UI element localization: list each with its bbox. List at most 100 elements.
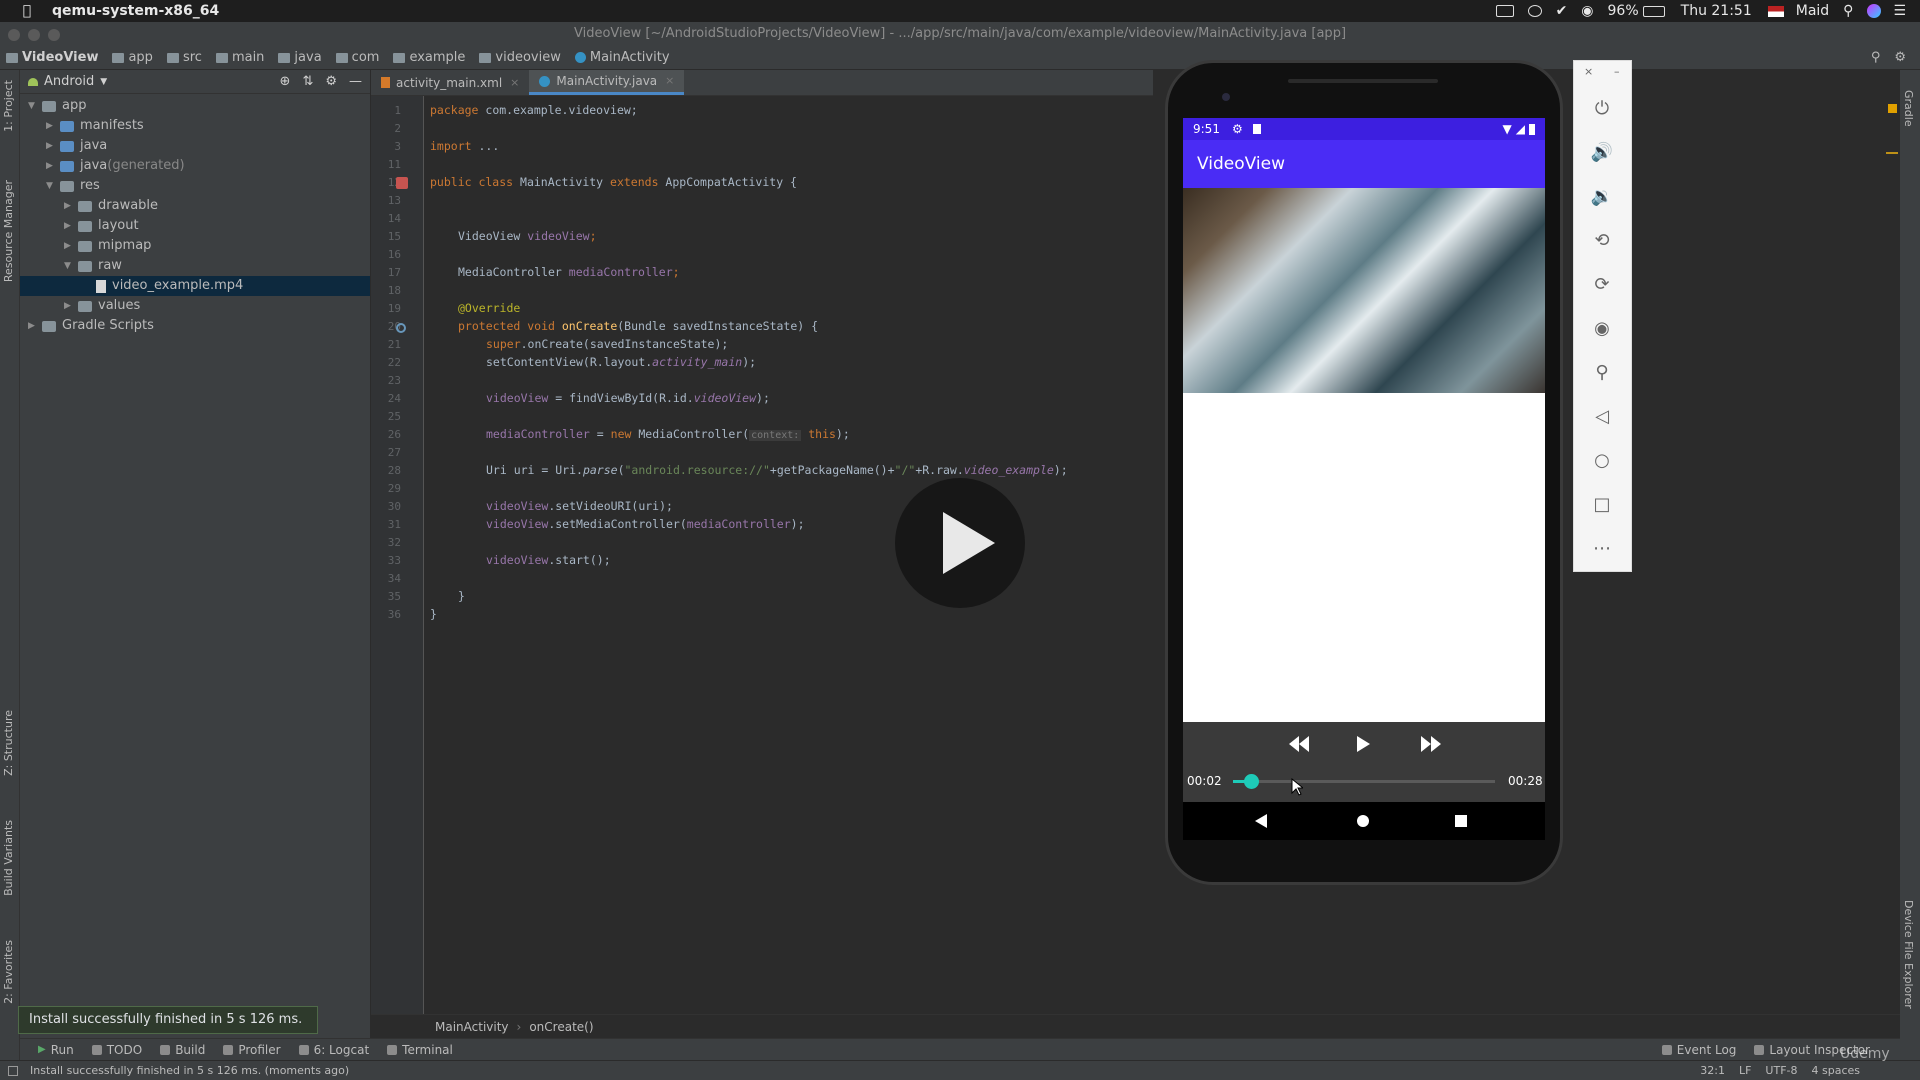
warning-stripe[interactable] <box>1886 152 1898 154</box>
chevron-right-icon[interactable]: ▶ <box>64 296 74 316</box>
video-play-overlay-button[interactable] <box>895 478 1025 608</box>
tree-item[interactable]: ▼ res <box>20 176 370 196</box>
tree-item[interactable]: ▶ layout <box>20 216 370 236</box>
seek-bar[interactable] <box>1233 774 1495 789</box>
back-icon[interactable] <box>1255 814 1269 828</box>
status-message[interactable]: Install successfully finished in 5 s 126… <box>30 1064 349 1077</box>
close-icon[interactable]: × <box>510 70 519 96</box>
clock[interactable]: Thu 21:51 <box>1681 3 1752 19</box>
tree-item[interactable]: ▶ java <box>20 136 370 156</box>
tab-main-activity-java[interactable]: MainActivity.java × <box>529 68 685 95</box>
breadcrumb-item[interactable]: videoview <box>479 50 561 65</box>
maximize-window-button[interactable] <box>48 29 60 41</box>
overview-icon[interactable]: □ <box>1589 491 1615 517</box>
chevron-right-icon[interactable]: ▶ <box>64 216 74 236</box>
locate-icon[interactable]: ⊕ <box>280 74 291 89</box>
back-icon[interactable]: ◁ <box>1589 403 1615 429</box>
tab-profiler[interactable]: Profiler <box>223 1043 281 1057</box>
spotlight-search-icon[interactable]: ⚲ <box>1843 3 1853 19</box>
app-name[interactable]: qemu-system-x86_64 <box>52 3 219 19</box>
gear-icon[interactable]: ⚙ <box>325 74 337 89</box>
close-icon[interactable]: × <box>1584 65 1593 78</box>
settings-icon[interactable]: ⚙ <box>1894 50 1906 65</box>
home-icon[interactable] <box>1357 815 1369 827</box>
video-view[interactable] <box>1183 188 1545 393</box>
tab-favorites[interactable]: 2: Favorites <box>2 940 15 1004</box>
chevron-down-icon[interactable]: ▼ <box>46 176 56 196</box>
chevron-right-icon[interactable]: ▶ <box>64 196 74 216</box>
zoom-icon[interactable]: ⚲ <box>1589 359 1615 385</box>
breadcrumb-method[interactable]: onCreate() <box>529 1020 593 1034</box>
more-icon[interactable]: ⋯ <box>1589 535 1615 561</box>
play-button[interactable] <box>1355 736 1371 752</box>
chevron-right-icon[interactable]: ▶ <box>46 136 56 156</box>
siri-icon[interactable] <box>1867 4 1882 18</box>
file-encoding[interactable]: UTF-8 <box>1765 1064 1797 1077</box>
breadcrumb-item[interactable]: MainActivity <box>574 50 670 65</box>
tab-event-log[interactable]: Event Log <box>1661 1043 1736 1057</box>
tab-build[interactable]: Build <box>160 1043 205 1057</box>
camera-icon[interactable]: ◉ <box>1589 315 1615 341</box>
minimize-icon[interactable]: – <box>1614 65 1620 78</box>
chevron-right-icon[interactable]: ▶ <box>28 316 38 336</box>
volume-down-icon[interactable]: 🔉 <box>1589 183 1615 209</box>
chevron-down-icon[interactable]: ▼ <box>64 256 74 276</box>
tab-run[interactable]: ▶ Run <box>38 1043 74 1057</box>
tab-project[interactable]: 1: Project <box>2 80 15 132</box>
power-icon[interactable]: ⏻ <box>1589 95 1615 121</box>
tree-item[interactable]: ▶ mipmap <box>20 236 370 256</box>
search-everywhere-icon[interactable]: ⚲ <box>1871 50 1881 65</box>
override-marker-icon[interactable] <box>396 323 406 333</box>
breadcrumb-item[interactable]: java <box>278 50 322 65</box>
tab-resource-manager[interactable]: Resource Manager <box>2 180 15 282</box>
project-view-selector[interactable]: Android <box>44 74 94 89</box>
tree-item[interactable]: ▶ drawable <box>20 196 370 216</box>
tree-item[interactable]: ▶ values <box>20 296 370 316</box>
seek-bar-thumb[interactable] <box>1244 774 1260 789</box>
volume-up-icon[interactable]: 🔊 <box>1589 139 1615 165</box>
tab-structure[interactable]: Z: Structure <box>2 710 15 776</box>
battery-icon[interactable] <box>1642 5 1665 17</box>
hide-panel-icon[interactable]: — <box>349 74 362 89</box>
tree-item[interactable]: ▶ java (generated) <box>20 156 370 176</box>
tree-item[interactable]: ▶ Gradle Scripts <box>20 316 370 336</box>
home-icon[interactable]: ○ <box>1589 447 1615 473</box>
indent-setting[interactable]: 4 spaces <box>1812 1064 1861 1077</box>
apple-icon[interactable]:  <box>20 3 34 19</box>
tab-build-variants[interactable]: Build Variants <box>2 820 15 896</box>
wifi-icon[interactable]: ◉ <box>1581 3 1593 19</box>
line-separator[interactable]: LF <box>1739 1064 1751 1077</box>
toggle-tool-windows-icon[interactable] <box>8 1065 18 1076</box>
rotate-left-icon[interactable]: ⟲ <box>1589 227 1615 253</box>
tab-device-file-explorer[interactable]: Device File Explorer <box>1902 900 1915 1009</box>
rewind-button[interactable] <box>1287 736 1311 752</box>
tab-gradle[interactable]: Gradle <box>1902 90 1915 127</box>
close-icon[interactable]: × <box>665 68 674 94</box>
minimize-window-button[interactable] <box>28 29 40 41</box>
breadcrumb-item[interactable]: example <box>393 50 465 65</box>
chevron-down-icon[interactable]: ▼ <box>28 96 38 116</box>
screen-record-icon[interactable] <box>1495 5 1514 17</box>
tree-item[interactable]: ▶ manifests <box>20 116 370 136</box>
breadcrumb-class[interactable]: MainActivity <box>435 1020 509 1034</box>
chevron-right-icon[interactable]: ▶ <box>64 236 74 256</box>
chevron-down-icon[interactable]: ▼ <box>100 77 107 87</box>
notification-center-icon[interactable]: ☰ <box>1893 3 1906 19</box>
breadcrumb-item[interactable]: app <box>112 50 153 65</box>
tree-item[interactable]: video_example.mp4 <box>20 276 370 296</box>
tab-todo[interactable]: TODO <box>91 1043 142 1057</box>
user-name[interactable]: Maid <box>1796 3 1829 19</box>
collapse-all-icon[interactable]: ⇅ <box>302 74 313 89</box>
install-notification-toast[interactable]: Install successfully finished in 5 s 126… <box>18 1006 318 1034</box>
chevron-right-icon[interactable]: ▶ <box>46 116 56 136</box>
warning-icon[interactable] <box>1888 104 1897 113</box>
tree-item[interactable]: ▼ app <box>20 96 370 116</box>
breadcrumb-item[interactable]: src <box>166 50 202 65</box>
bluetooth-icon[interactable]: ✔ <box>1556 3 1568 19</box>
creative-cloud-icon[interactable] <box>1527 5 1542 17</box>
breadcrumb-item[interactable]: com <box>335 50 379 65</box>
close-window-button[interactable] <box>8 29 20 41</box>
recents-icon[interactable] <box>1455 815 1467 827</box>
tab-logcat[interactable]: 6: Logcat <box>298 1043 369 1057</box>
breadcrumb-item[interactable]: main <box>215 50 264 65</box>
